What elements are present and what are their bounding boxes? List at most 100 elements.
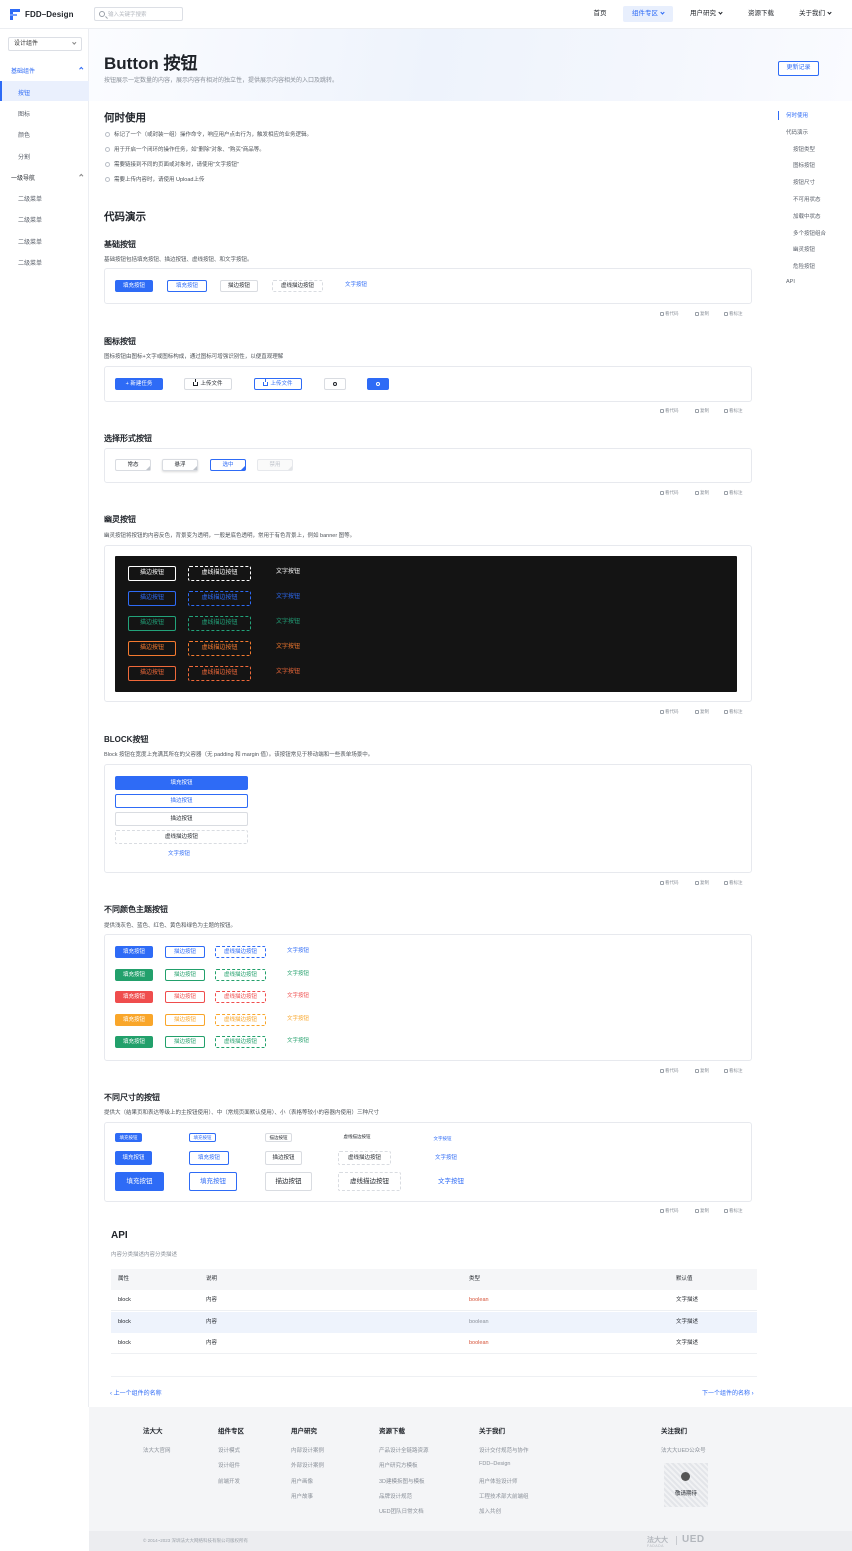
- footer-link[interactable]: 加入共创: [479, 1507, 501, 1515]
- small-text-button[interactable]: 文字按钮: [429, 1134, 456, 1143]
- upload-button-light[interactable]: 上传文件: [254, 378, 302, 390]
- fill-button[interactable]: 填充按钮: [115, 280, 153, 292]
- block-text-button[interactable]: 文字按钮: [115, 848, 243, 862]
- view-annotation-action[interactable]: 看标注: [724, 311, 743, 317]
- sidebar-item-button[interactable]: 按钮: [18, 88, 30, 97]
- footer-link[interactable]: 3D建模拆图与模板: [379, 1477, 425, 1485]
- nav-user-research[interactable]: 用户研究: [684, 6, 728, 22]
- copy-action[interactable]: 复制: [695, 408, 709, 414]
- sidebar-subitem[interactable]: 二级菜单: [18, 237, 42, 246]
- large-outline-button[interactable]: 描边按钮: [265, 1172, 312, 1191]
- block-dashed-button[interactable]: 虚线描边按钮: [115, 830, 248, 844]
- sidebar-subitem[interactable]: 二级菜单: [18, 194, 42, 203]
- sidebar-subitem[interactable]: 二级菜单: [18, 215, 42, 224]
- footer-link[interactable]: 前端开发: [218, 1477, 240, 1485]
- view-annotation-action[interactable]: 看标注: [724, 880, 743, 886]
- footer-link[interactable]: 内部设计案例: [291, 1446, 324, 1454]
- ghost-text-button[interactable]: 文字按钮: [266, 666, 310, 681]
- copy-action[interactable]: 复制: [695, 1068, 709, 1074]
- view-annotation-action[interactable]: 看标注: [724, 1068, 743, 1074]
- large-text-button[interactable]: 文字按钮: [429, 1172, 473, 1191]
- small-dashed-button[interactable]: 虚线描边按钮: [338, 1133, 376, 1142]
- footer-link[interactable]: UED团队日常文档: [379, 1507, 424, 1515]
- nav-downloads[interactable]: 资源下载: [742, 6, 780, 22]
- nav-components[interactable]: 组件专区: [623, 6, 673, 22]
- ghost-text-button[interactable]: 文字按钮: [266, 566, 310, 581]
- light-fill-button[interactable]: 填充按钮: [167, 280, 207, 292]
- footer-link[interactable]: 品牌设计规范: [379, 1492, 412, 1500]
- toc-item[interactable]: 代码演示: [786, 128, 808, 136]
- text-button[interactable]: 文字按钮: [336, 280, 376, 292]
- sidebar-group-basic[interactable]: 基础组件: [11, 66, 84, 75]
- ghost-dashed-button[interactable]: 虚线描边按钮: [188, 666, 251, 681]
- toc-item[interactable]: 按钮尺寸: [793, 178, 815, 186]
- search-box[interactable]: [94, 7, 183, 21]
- toc-item[interactable]: API: [786, 279, 795, 285]
- ghost-dashed-button[interactable]: 虚线描边按钮: [188, 591, 251, 606]
- medium-text-button[interactable]: 文字按钮: [429, 1151, 463, 1165]
- large-fill-button[interactable]: 填充按钮: [115, 1172, 164, 1191]
- theme-text-button[interactable]: 文字按钮: [279, 969, 317, 981]
- toc-item[interactable]: 多个按钮组合: [793, 229, 826, 237]
- footer-link[interactable]: 法大大官网: [143, 1446, 171, 1454]
- ghost-outline-button[interactable]: 描边按钮: [128, 591, 176, 606]
- view-annotation-action[interactable]: 看标注: [724, 709, 743, 715]
- brand-logo-icon[interactable]: [10, 9, 20, 20]
- sidebar-item-divider[interactable]: 分割: [18, 152, 30, 161]
- medium-outline-button[interactable]: 描边按钮: [265, 1151, 302, 1165]
- prev-component-link[interactable]: ‹ 上一个组件的名称: [110, 1388, 162, 1397]
- changelog-button[interactable]: 更新记录: [778, 61, 819, 76]
- ghost-text-button[interactable]: 文字按钮: [266, 616, 310, 631]
- ghost-text-button[interactable]: 文字按钮: [266, 591, 310, 606]
- upload-button[interactable]: 上传文件: [184, 378, 232, 390]
- search-icon-button[interactable]: [324, 378, 346, 390]
- footer-link[interactable]: 设计交付规范与协作: [479, 1446, 529, 1454]
- sidebar-group-nav[interactable]: 一级导航: [11, 173, 84, 182]
- theme-outline-button[interactable]: 描边按钮: [165, 946, 205, 958]
- dashed-button[interactable]: 虚线描边按钮: [272, 280, 323, 292]
- ghost-dashed-button[interactable]: 虚线描边按钮: [188, 566, 251, 581]
- small-fill-button[interactable]: 填充按钮: [115, 1133, 142, 1142]
- outline-button[interactable]: 描边按钮: [220, 280, 258, 292]
- footer-link[interactable]: 工程技术部大前端组: [479, 1492, 529, 1500]
- medium-light-button[interactable]: 填充按钮: [189, 1151, 229, 1165]
- sidebar-item-color[interactable]: 颜色: [18, 130, 30, 139]
- medium-dashed-button[interactable]: 虚线描边按钮: [338, 1151, 391, 1165]
- view-annotation-action[interactable]: 看标注: [724, 1208, 743, 1214]
- footer-link[interactable]: 用户研究方模板: [379, 1461, 418, 1469]
- large-light-button[interactable]: 填充按钮: [189, 1172, 237, 1191]
- toc-item[interactable]: 危险按钮: [793, 262, 815, 270]
- medium-fill-button[interactable]: 填充按钮: [115, 1151, 152, 1165]
- small-outline-button[interactable]: 描边按钮: [265, 1133, 292, 1142]
- search-input[interactable]: [108, 10, 180, 19]
- theme-outline-button[interactable]: 描边按钮: [165, 991, 205, 1003]
- theme-text-button[interactable]: 文字按钮: [279, 991, 317, 1003]
- theme-dashed-button[interactable]: 虚线描边按钮: [215, 991, 266, 1003]
- search-icon-button-primary[interactable]: [367, 378, 389, 390]
- footer-link[interactable]: 用户故事: [291, 1492, 313, 1500]
- toc-item[interactable]: 按钮类型: [793, 145, 815, 153]
- ghost-text-button[interactable]: 文字按钮: [266, 641, 310, 656]
- footer-link[interactable]: 用户画像: [291, 1477, 313, 1485]
- new-task-button[interactable]: + 新建任务: [115, 378, 163, 390]
- large-dashed-button[interactable]: 虚线描边按钮: [338, 1172, 401, 1191]
- next-component-link[interactable]: 下一个组件的名称 ›: [702, 1388, 754, 1397]
- toc-item[interactable]: 何时使用: [786, 111, 808, 119]
- theme-dashed-button[interactable]: 虚线描边按钮: [215, 968, 266, 981]
- toc-item[interactable]: 不可用状态: [793, 195, 821, 203]
- theme-fill-button[interactable]: 填充按钮: [115, 968, 153, 981]
- ghost-outline-button[interactable]: 描边按钮: [128, 666, 176, 681]
- footer-link[interactable]: FDD–Design: [479, 1461, 510, 1467]
- toc-item[interactable]: 加载中状态: [793, 212, 821, 220]
- footer-link[interactable]: 设计模式: [218, 1446, 240, 1454]
- choice-button-normal[interactable]: 常态: [115, 459, 151, 471]
- ghost-outline-button[interactable]: 描边按钮: [128, 566, 176, 581]
- theme-text-button[interactable]: 文字按钮: [279, 1036, 317, 1048]
- theme-dashed-button[interactable]: 虚线描边按钮: [215, 1013, 266, 1026]
- sidebar-subitem[interactable]: 二级菜单: [18, 258, 42, 267]
- copy-action[interactable]: 复制: [695, 490, 709, 496]
- view-code-action[interactable]: 看代码: [660, 490, 679, 496]
- theme-text-button[interactable]: 文字按钮: [279, 946, 317, 958]
- copy-action[interactable]: 复制: [695, 311, 709, 317]
- ghost-dashed-button[interactable]: 虚线描边按钮: [188, 641, 251, 656]
